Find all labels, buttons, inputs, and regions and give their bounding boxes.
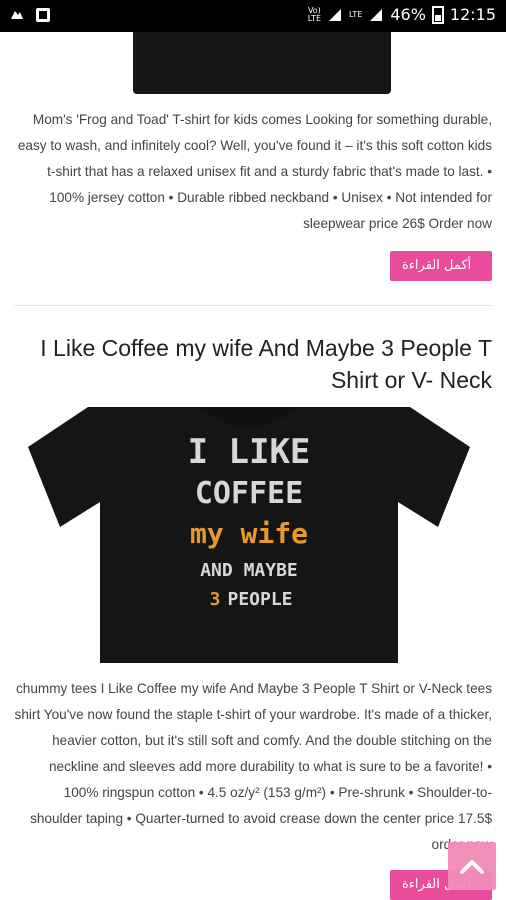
post-1-description: Mom's 'Frog and Toad' T-shirt for kids c… [17, 112, 492, 231]
signal-bars-2-icon [370, 8, 383, 21]
notification-app-icon [36, 8, 50, 22]
post-1-image[interactable] [133, 32, 391, 94]
shirt-text-line-5: PEOPLE [227, 589, 292, 610]
clock: 12:15 [449, 5, 496, 24]
post-divider [14, 305, 492, 306]
page-content[interactable]: Mom's 'Frog and Toad' T-shirt for kids c… [0, 32, 506, 900]
lte-indicator: LTE [349, 9, 363, 19]
chevron-up-icon [460, 860, 484, 874]
post-2-description: chummy tees I Like Coffee my wife And Ma… [14, 681, 492, 852]
shirt-text-line-3: my wife [190, 517, 308, 550]
battery-percent: 46% [390, 5, 426, 24]
post-2-title[interactable]: I Like Coffee my wife And Maybe 3 People… [12, 332, 492, 396]
shirt-text-line-5-number: 3 [210, 589, 221, 610]
scroll-to-top-button[interactable] [448, 842, 496, 890]
shirt-text-line-1: I LIKE [188, 432, 311, 472]
shirt-text-line-2: COFFEE [195, 476, 303, 511]
status-bar: Vo) LTE LTE 46% 12:15 [0, 0, 506, 32]
status-icons: Vo) LTE LTE 46% 12:15 [308, 5, 496, 24]
volte-indicator: Vo) LTE [307, 5, 322, 23]
post-1-read-more-button[interactable]: أكمل القراءة » [390, 251, 492, 303]
shirt-text-line-4: AND MAYBE [200, 560, 298, 581]
battery-icon [431, 5, 444, 24]
notification-icons [8, 6, 52, 24]
notification-bird-icon [11, 11, 23, 19]
signal-bars-icon [329, 8, 342, 21]
post-2-image[interactable]: I LIKE COFFEE my wife AND MAYBE 3 PEOPLE [28, 407, 470, 663]
